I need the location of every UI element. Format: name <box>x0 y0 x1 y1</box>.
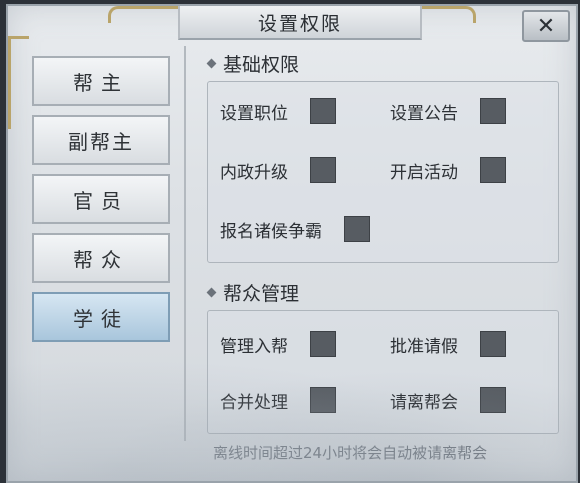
close-icon: ✕ <box>536 13 556 39</box>
section-members-title: 帮众管理 <box>206 279 300 306</box>
tab-vice-leader[interactable]: 副帮主 <box>32 115 170 165</box>
settings-dialog: 设置权限 ✕ 帮主 副帮主 官员 帮众 学徒 基础权限 设置职位 设置公告 内政… <box>6 4 578 483</box>
checkbox[interactable] <box>480 157 506 183</box>
tab-apprentice[interactable]: 学徒 <box>32 292 170 342</box>
perm-open-activity[interactable]: 开启活动 <box>390 157 506 183</box>
perm-label: 管理入帮 <box>220 336 288 357</box>
tab-officer[interactable]: 官员 <box>32 174 170 224</box>
perm-set-position[interactable]: 设置职位 <box>220 98 336 124</box>
perm-label: 开启活动 <box>390 162 458 183</box>
footer-note: 离线时间超过24小时将会自动被请离帮会 <box>213 444 488 462</box>
diamond-icon <box>206 58 217 69</box>
title-bar: 设置权限 <box>178 6 422 40</box>
tab-label: 学徒 <box>73 306 129 331</box>
perm-label: 设置公告 <box>390 103 458 124</box>
tab-member[interactable]: 帮众 <box>32 233 170 283</box>
tab-label: 官员 <box>73 188 129 213</box>
perm-set-announcement[interactable]: 设置公告 <box>390 98 506 124</box>
tab-label: 帮众 <box>73 247 129 272</box>
checkbox[interactable] <box>310 98 336 124</box>
member-management-panel <box>207 310 559 434</box>
checkbox[interactable] <box>310 387 336 413</box>
diamond-icon <box>206 287 217 298</box>
checkbox[interactable] <box>344 216 370 242</box>
checkbox[interactable] <box>480 331 506 357</box>
section-title-text: 帮众管理 <box>223 283 300 305</box>
checkbox[interactable] <box>480 387 506 413</box>
perm-manage-join[interactable]: 管理入帮 <box>220 331 336 357</box>
corner-ornament <box>8 36 29 129</box>
perm-label: 请离帮会 <box>390 392 458 413</box>
perm-approve-leave[interactable]: 批准请假 <box>390 331 506 357</box>
checkbox[interactable] <box>480 98 506 124</box>
checkbox[interactable] <box>310 157 336 183</box>
perm-label: 报名诸侯争霸 <box>220 221 322 242</box>
perm-label: 设置职位 <box>220 103 288 124</box>
title-ornament-left <box>108 6 181 23</box>
tab-label: 副帮主 <box>68 129 134 154</box>
tab-label: 帮主 <box>73 70 129 95</box>
rank-tab-list: 帮主 副帮主 官员 帮众 学徒 <box>32 56 172 351</box>
perm-merge-handling[interactable]: 合并处理 <box>220 387 336 413</box>
section-title-text: 基础权限 <box>223 54 300 76</box>
dialog-title: 设置权限 <box>257 12 342 35</box>
perm-internal-upgrade[interactable]: 内政升级 <box>220 157 336 183</box>
perm-label: 批准请假 <box>390 336 458 357</box>
tab-leader[interactable]: 帮主 <box>32 56 170 106</box>
perm-label: 内政升级 <box>220 162 288 183</box>
perm-register-contest[interactable]: 报名诸侯争霸 <box>220 216 370 242</box>
section-basic-title: 基础权限 <box>206 50 300 77</box>
perm-expel-member[interactable]: 请离帮会 <box>390 387 506 413</box>
checkbox[interactable] <box>310 331 336 357</box>
perm-label: 合并处理 <box>220 392 288 413</box>
close-button[interactable]: ✕ <box>522 10 570 42</box>
divider <box>184 46 186 441</box>
